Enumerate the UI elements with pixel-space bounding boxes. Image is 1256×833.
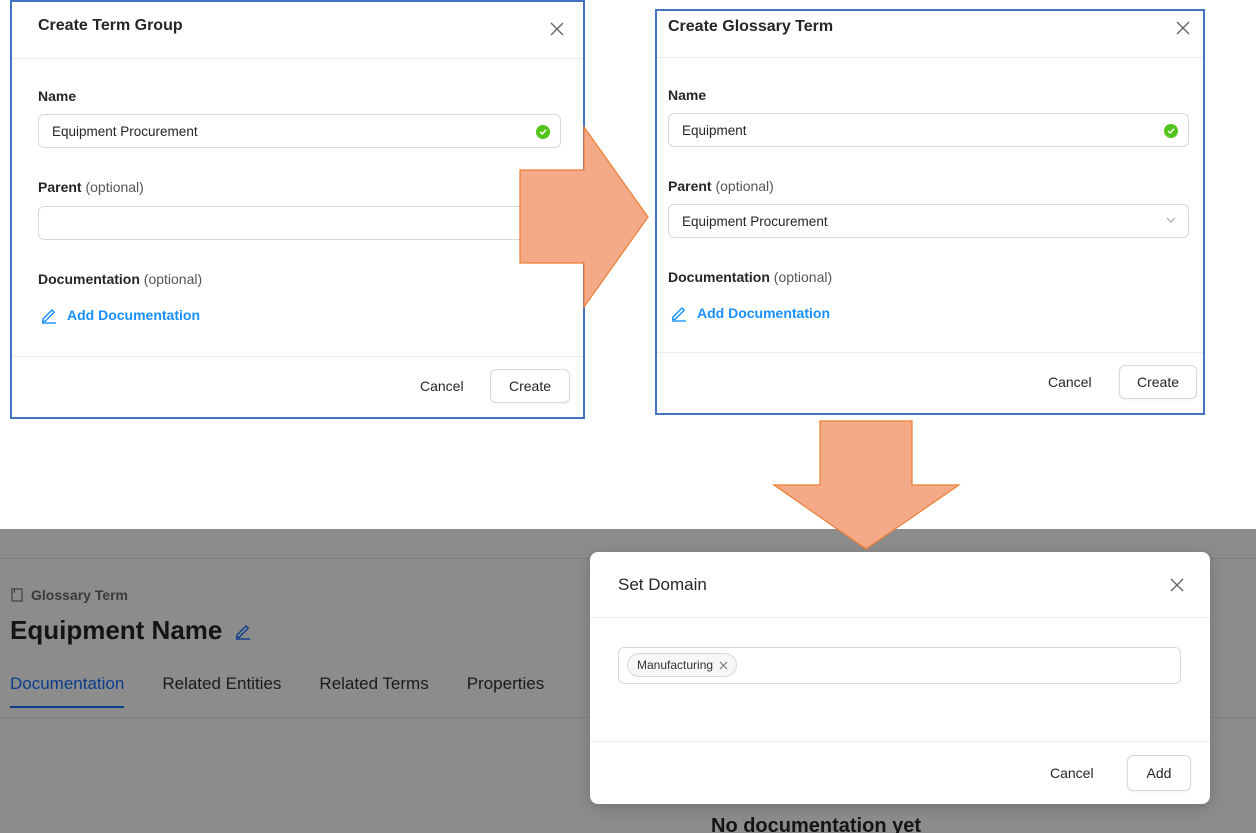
empty-state-text: No documentation yet	[711, 815, 922, 833]
parent-select-value: Equipment Procurement	[682, 214, 828, 229]
domain-select[interactable]: Manufacturing	[618, 647, 1181, 684]
add-documentation-button[interactable]: Add Documentation	[670, 304, 830, 322]
parent-select[interactable]: Equipment Procurement	[668, 204, 1189, 238]
documentation-label: Documentation (optional)	[38, 271, 203, 287]
close-icon[interactable]	[719, 661, 728, 670]
right-arrow-icon	[519, 125, 649, 309]
domain-tag: Manufacturing	[627, 653, 738, 677]
pencil-icon	[41, 309, 56, 324]
parent-label: Parent (optional)	[38, 179, 144, 195]
parent-select[interactable]	[38, 206, 561, 240]
check-circle-icon	[1164, 124, 1178, 138]
create-button[interactable]: Create	[1119, 365, 1197, 399]
tab-properties[interactable]: Properties	[467, 674, 544, 708]
breadcrumb: Glossary Term	[11, 587, 128, 603]
pencil-icon	[671, 307, 686, 322]
modal-footer: Cancel Create	[657, 352, 1203, 413]
add-button[interactable]: Add	[1127, 755, 1191, 791]
modal-header: Set Domain	[590, 552, 1210, 618]
modal-title: Set Domain	[618, 575, 707, 594]
create-glossary-term-modal: Create Glossary Term Name Equipment Pare…	[655, 9, 1205, 415]
down-arrow-icon	[772, 420, 961, 550]
name-input[interactable]: Equipment Procurement	[38, 114, 561, 148]
close-icon[interactable]	[550, 22, 566, 38]
name-input-value: Equipment Procurement	[52, 124, 198, 139]
pencil-icon[interactable]	[234, 622, 252, 640]
document-icon	[11, 588, 23, 602]
tab-bar: Documentation Related Entities Related T…	[10, 674, 544, 708]
modal-title: Create Term Group	[38, 17, 183, 34]
close-icon[interactable]	[1176, 21, 1192, 37]
create-button[interactable]: Create	[490, 369, 570, 403]
modal-title: Create Glossary Term	[668, 18, 834, 35]
create-term-group-modal: Create Term Group Name Equipment Procure…	[10, 0, 585, 419]
name-input-value: Equipment	[682, 123, 747, 138]
modal-header: Create Glossary Term	[657, 11, 1203, 58]
tab-documentation[interactable]: Documentation	[10, 674, 125, 708]
name-input[interactable]: Equipment	[668, 113, 1189, 147]
tab-related-terms[interactable]: Related Terms	[319, 674, 428, 708]
cancel-button[interactable]: Cancel	[1048, 374, 1092, 390]
modal-header: Create Term Group	[12, 2, 583, 59]
modal-footer: Cancel Add	[590, 741, 1210, 804]
name-label: Name	[38, 88, 77, 104]
set-domain-modal: Set Domain Manufacturing Cancel Add	[590, 552, 1210, 804]
close-icon[interactable]	[1170, 578, 1186, 594]
tab-related-entities[interactable]: Related Entities	[162, 674, 281, 708]
modal-footer: Cancel Create	[12, 356, 583, 417]
cancel-button[interactable]: Cancel	[420, 378, 464, 394]
chevron-down-icon	[1166, 217, 1176, 223]
cancel-button[interactable]: Cancel	[1050, 765, 1094, 781]
add-documentation-button[interactable]: Add Documentation	[40, 306, 200, 324]
name-label: Name	[668, 87, 707, 103]
documentation-label: Documentation (optional)	[668, 269, 833, 285]
parent-label: Parent (optional)	[668, 178, 774, 194]
page-title: Equipment Name	[10, 615, 252, 646]
